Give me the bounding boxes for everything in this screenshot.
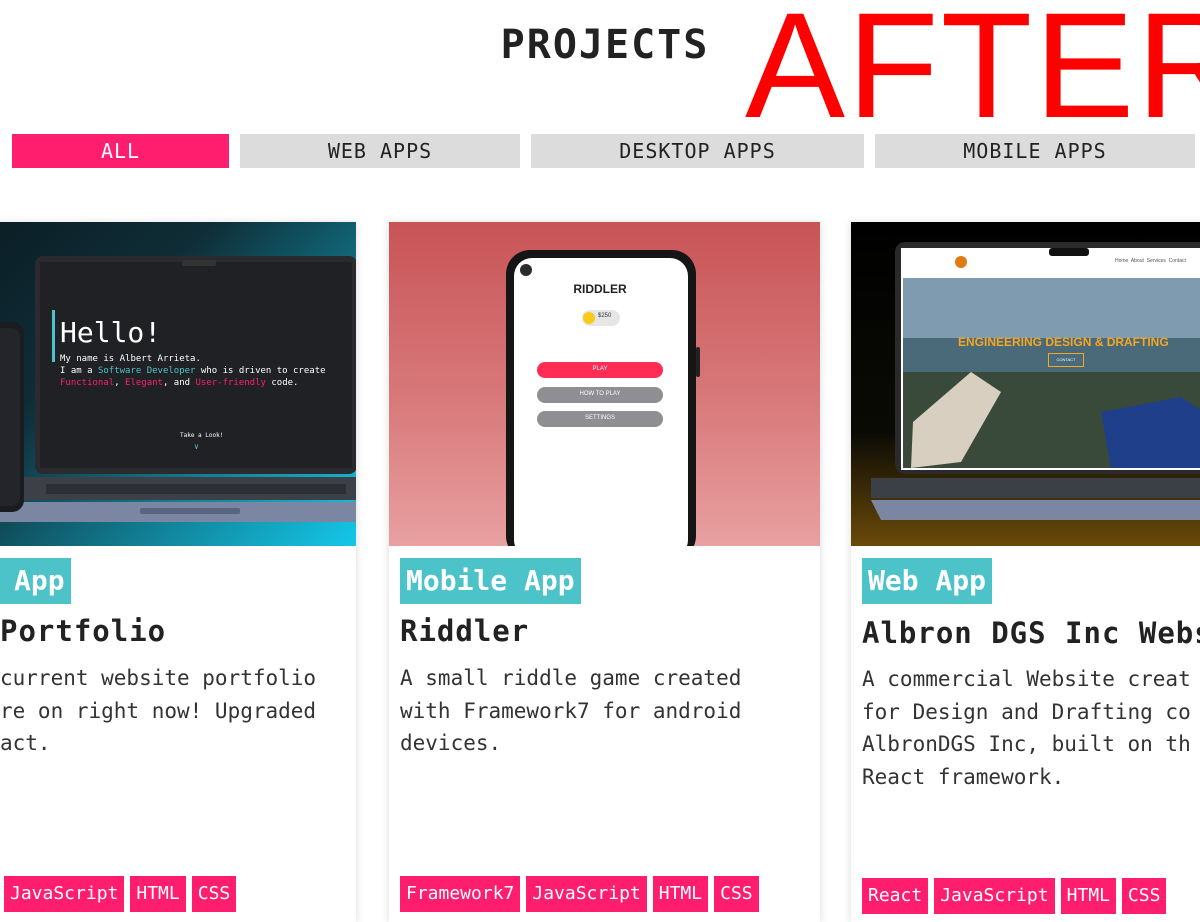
tech-tag: HTML — [652, 876, 709, 912]
after-overlay-label: AFTER — [745, 0, 1200, 149]
tech-tag: HTML — [1060, 878, 1116, 914]
portfolio-screen-cta: Take a Look! — [180, 432, 224, 439]
project-description: A small riddle game created with Framewo… — [400, 666, 742, 755]
riddler-play-button: PLAY — [592, 366, 608, 372]
filter-all-button[interactable]: ALL — [12, 134, 229, 168]
project-category-badge: Mobile App — [400, 558, 581, 604]
project-image-portfolio: Hello! My name is Albert Arrieta. I am a… — [0, 222, 356, 546]
tech-tag: JavaScript — [526, 876, 647, 912]
filter-web-apps-button[interactable]: WEB APPS — [240, 134, 520, 168]
tech-tags: Framework7 JavaScript HTML CSS — [400, 876, 759, 912]
tech-tag: Framework7 — [400, 876, 521, 912]
tech-tag: JavaScript — [934, 878, 1055, 914]
albron-hero-text: ENGINEERING DESIGN & DRAFTING — [958, 335, 1169, 349]
project-card-riddler[interactable]: RIDDLER $250 PLAY HOW TO PLAY SETTINGS M… — [389, 222, 820, 922]
screen-line-role: I am a Software Developer who is driven … — [60, 366, 326, 376]
riddler-how-to-play-button: HOW TO PLAY — [579, 391, 621, 397]
filter-mobile-apps-button[interactable]: MOBILE APPS — [875, 134, 1195, 168]
tech-tag: JavaScript — [4, 876, 125, 912]
project-category-badge: Web App — [862, 558, 993, 604]
riddler-coins: $250 — [598, 313, 612, 319]
chevron-down-icon: ∨ — [194, 442, 199, 451]
project-image-riddler: RIDDLER $250 PLAY HOW TO PLAY SETTINGS — [389, 222, 820, 546]
project-title: Portfolio — [0, 614, 167, 648]
project-card-albron[interactable]: Home About Services Contact ENGINEERING … — [851, 222, 1200, 922]
tech-tag: CSS — [1121, 878, 1167, 914]
project-title: Riddler — [400, 614, 530, 648]
albron-nav-links: Home About Services Contact — [1115, 258, 1186, 264]
project-description: A commercial Website creat for Design an… — [862, 667, 1191, 789]
laptop-mockup — [871, 242, 1200, 520]
project-category-badge: App — [0, 558, 71, 604]
tech-tag: CSS — [191, 876, 237, 912]
riddler-settings-button: SETTINGS — [584, 415, 615, 421]
filter-desktop-apps-button[interactable]: DESKTOP APPS — [531, 134, 864, 168]
phone-mockup — [506, 250, 700, 546]
project-title: Albron DGS Inc Webs — [862, 616, 1200, 650]
riddler-app-title: RIDDLER — [573, 282, 627, 296]
project-card-portfolio[interactable]: Hello! My name is Albert Arrieta. I am a… — [0, 222, 356, 922]
tech-tag: React — [862, 878, 929, 914]
tech-tag: HTML — [130, 876, 186, 912]
tech-tags: React JavaScript HTML CSS — [862, 878, 1167, 914]
project-image-albron: Home About Services Contact ENGINEERING … — [851, 222, 1200, 546]
screen-line-qualities: Functional, Elegant, and User-friendly c… — [60, 378, 299, 388]
screen-line-name: My name is Albert Arrieta. — [60, 354, 201, 364]
tech-tags: JavaScript HTML CSS — [4, 876, 237, 912]
portfolio-screen-text: My name is Albert Arrieta. I am a Softwa… — [60, 353, 326, 389]
albron-contact-button: CONTACT — [1048, 353, 1084, 367]
project-description: current website portfolio re on right no… — [0, 666, 317, 755]
tech-tag: CSS — [714, 876, 759, 912]
portfolio-screen-heading: Hello! — [60, 316, 162, 349]
